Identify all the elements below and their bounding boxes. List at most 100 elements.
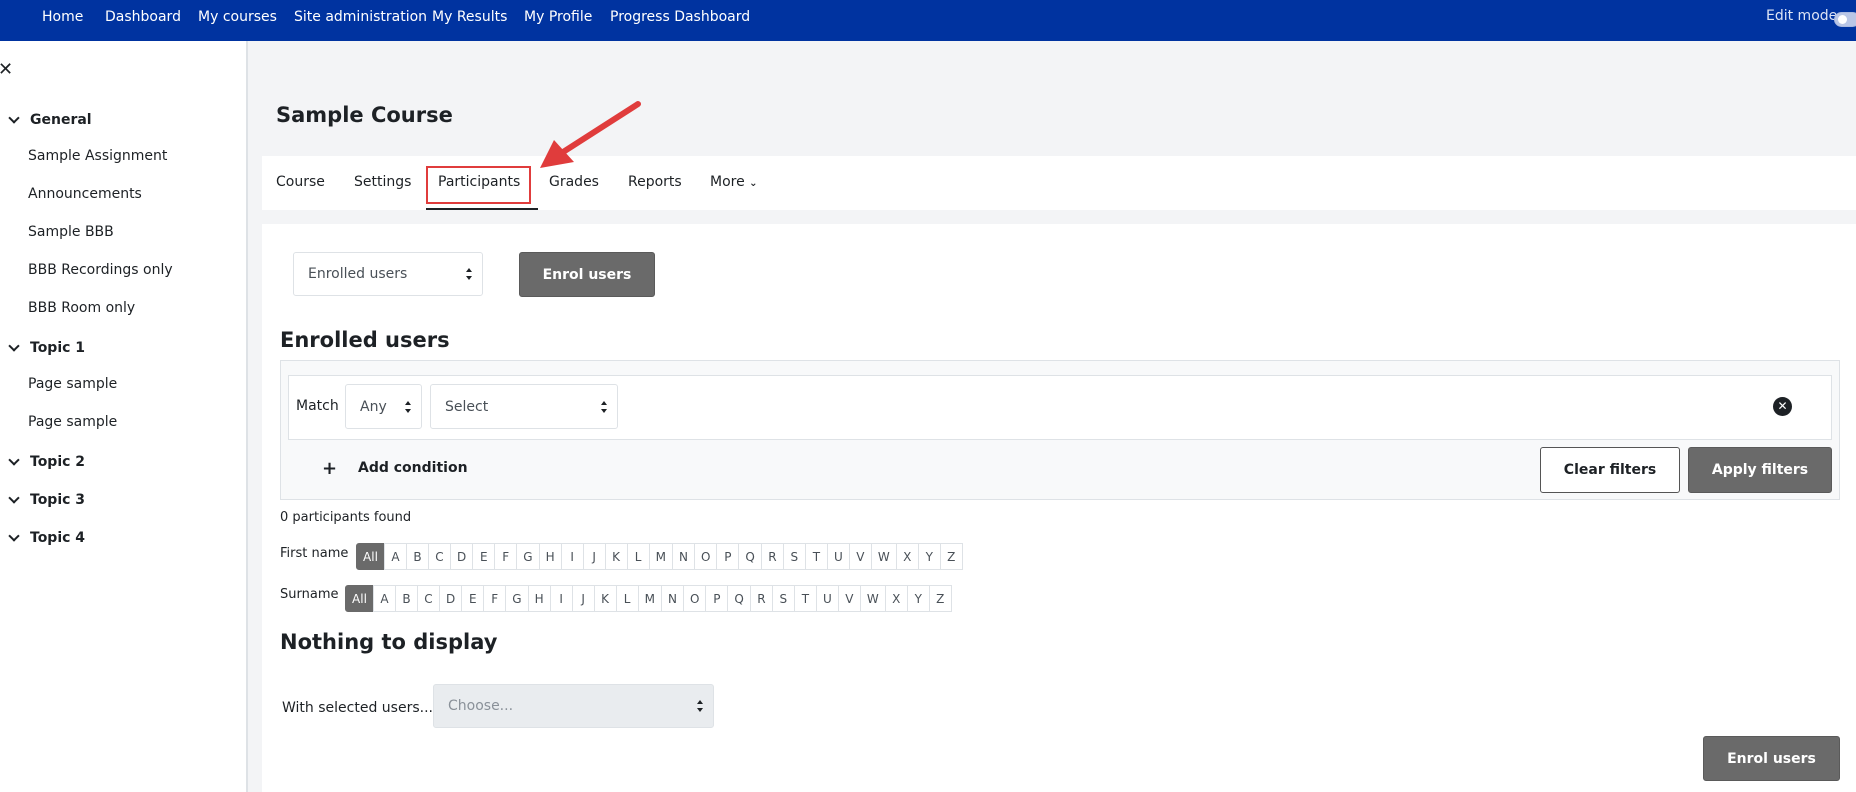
surname-initial-k[interactable]: K (593, 585, 617, 612)
surname-initial-n[interactable]: N (660, 585, 684, 612)
first-name-initial-i[interactable]: I (560, 543, 584, 570)
activity-sample-bbb[interactable]: Sample BBB (28, 224, 114, 240)
first-name-initial-c[interactable]: C (428, 543, 451, 570)
clear-filters-button[interactable]: Clear filters (1540, 447, 1680, 493)
first-name-initial-x[interactable]: X (895, 543, 919, 570)
chevron-down-icon[interactable] (8, 456, 20, 468)
activity-page-sample-2[interactable]: Page sample (28, 414, 117, 430)
surname-initial-j[interactable]: J (571, 585, 595, 612)
first-name-initial-w[interactable]: W (870, 543, 897, 570)
section-general[interactable]: General (8, 109, 92, 131)
first-name-initial-a[interactable]: A (384, 543, 407, 570)
bulk-action-select[interactable]: Choose... (433, 684, 714, 728)
tab-course[interactable]: Course (276, 174, 325, 190)
chevron-down-icon[interactable] (8, 342, 20, 354)
tab-reports[interactable]: Reports (628, 174, 682, 190)
surname-initial-u[interactable]: U (815, 585, 839, 612)
surname-initial-h[interactable]: H (527, 585, 551, 612)
remove-condition-icon[interactable]: ✕ (1773, 397, 1792, 416)
activity-announcements[interactable]: Announcements (28, 186, 142, 202)
chevron-down-icon[interactable] (8, 114, 20, 126)
add-condition-button[interactable]: Add condition (358, 460, 468, 476)
first-name-initial-o[interactable]: O (693, 543, 718, 570)
surname-initial-x[interactable]: X (884, 585, 908, 612)
surname-initial-i[interactable]: I (549, 585, 573, 612)
surname-initial-v[interactable]: V (837, 585, 861, 612)
enrol-users-button[interactable]: Enrol users (519, 252, 655, 297)
surname-initial-y[interactable]: Y (906, 585, 930, 612)
first-name-initial-all[interactable]: All (356, 543, 385, 570)
first-name-initial-s[interactable]: S (782, 543, 806, 570)
edit-mode-label: Edit mode (1766, 8, 1838, 24)
first-name-initial-h[interactable]: H (538, 543, 562, 570)
first-name-initial-j[interactable]: J (582, 543, 606, 570)
first-name-initial-u[interactable]: U (826, 543, 850, 570)
surname-initial-p[interactable]: P (705, 585, 729, 612)
surname-initial-l[interactable]: L (615, 585, 639, 612)
activity-page-sample-1[interactable]: Page sample (28, 376, 117, 392)
section-topic-1[interactable]: Topic 1 (8, 337, 85, 359)
surname-initial-o[interactable]: O (682, 585, 707, 612)
first-name-initial-z[interactable]: Z (939, 543, 963, 570)
surname-initial-q[interactable]: Q (727, 585, 751, 612)
filter-type-select[interactable]: Select (430, 384, 618, 429)
surname-initial-g[interactable]: G (505, 585, 529, 612)
activity-bbb-room-only[interactable]: BBB Room only (28, 300, 135, 316)
edit-mode-toggle[interactable] (1834, 12, 1856, 27)
tab-settings[interactable]: Settings (354, 174, 411, 190)
surname-initial-d[interactable]: D (439, 585, 463, 612)
nav-my-results-link[interactable]: My Results (432, 9, 507, 25)
surname-initial-a[interactable]: A (373, 585, 396, 612)
first-name-initial-y[interactable]: Y (917, 543, 941, 570)
surname-initial-m[interactable]: M (637, 585, 662, 612)
surname-initial-all[interactable]: All (345, 585, 374, 612)
surname-initial-s[interactable]: S (771, 585, 795, 612)
nav-dashboard-link[interactable]: Dashboard (105, 9, 181, 25)
surname-initial-b[interactable]: B (395, 585, 418, 612)
plus-icon[interactable]: + (322, 458, 337, 479)
nav-my-courses-link[interactable]: My courses (198, 9, 277, 25)
first-name-initial-r[interactable]: R (760, 543, 784, 570)
first-name-initial-g[interactable]: G (516, 543, 540, 570)
bottom-enrol-users-button[interactable]: Enrol users (1703, 736, 1840, 781)
first-name-initial-f[interactable]: F (494, 543, 518, 570)
close-icon[interactable]: ✕ (0, 59, 13, 80)
first-name-initial-v[interactable]: V (848, 543, 872, 570)
first-name-initial-l[interactable]: L (626, 543, 650, 570)
surname-initial-w[interactable]: W (859, 585, 886, 612)
section-topic-4[interactable]: Topic 4 (8, 527, 85, 549)
activity-bbb-recordings-only[interactable]: BBB Recordings only (28, 262, 173, 278)
nav-progress-dashboard-link[interactable]: Progress Dashboard (610, 9, 750, 25)
nav-site-administration-link[interactable]: Site administration (294, 9, 427, 25)
nothing-to-display-heading: Nothing to display (280, 630, 498, 654)
tab-grades[interactable]: Grades (549, 174, 599, 190)
apply-filters-button[interactable]: Apply filters (1688, 447, 1832, 493)
surname-initial-r[interactable]: R (749, 585, 773, 612)
tab-more-label: More (710, 174, 745, 190)
section-label: Topic 4 (30, 530, 86, 546)
section-topic-3[interactable]: Topic 3 (8, 489, 85, 511)
first-name-initial-k[interactable]: K (604, 543, 628, 570)
surname-initial-c[interactable]: C (417, 585, 440, 612)
surname-initial-f[interactable]: F (483, 585, 507, 612)
first-name-initial-m[interactable]: M (648, 543, 673, 570)
section-topic-2[interactable]: Topic 2 (8, 451, 85, 473)
chevron-down-icon[interactable] (8, 494, 20, 506)
first-name-initial-p[interactable]: P (716, 543, 740, 570)
surname-initial-z[interactable]: Z (928, 585, 952, 612)
tab-more[interactable]: More ⌄ (710, 174, 758, 190)
surname-initial-e[interactable]: E (461, 585, 485, 612)
nav-my-profile-link[interactable]: My Profile (524, 9, 592, 25)
first-name-initial-q[interactable]: Q (738, 543, 762, 570)
surname-initial-t[interactable]: T (793, 585, 817, 612)
chevron-down-icon[interactable] (8, 532, 20, 544)
activity-sample-assignment[interactable]: Sample Assignment (28, 148, 167, 164)
first-name-initial-t[interactable]: T (804, 543, 828, 570)
first-name-initial-b[interactable]: B (406, 543, 429, 570)
first-name-initial-d[interactable]: D (450, 543, 474, 570)
match-select[interactable]: Any (345, 384, 422, 429)
nav-home-link[interactable]: Home (42, 9, 83, 25)
enrolment-select[interactable]: Enrolled users (293, 252, 483, 296)
first-name-initial-n[interactable]: N (671, 543, 695, 570)
first-name-initial-e[interactable]: E (472, 543, 496, 570)
